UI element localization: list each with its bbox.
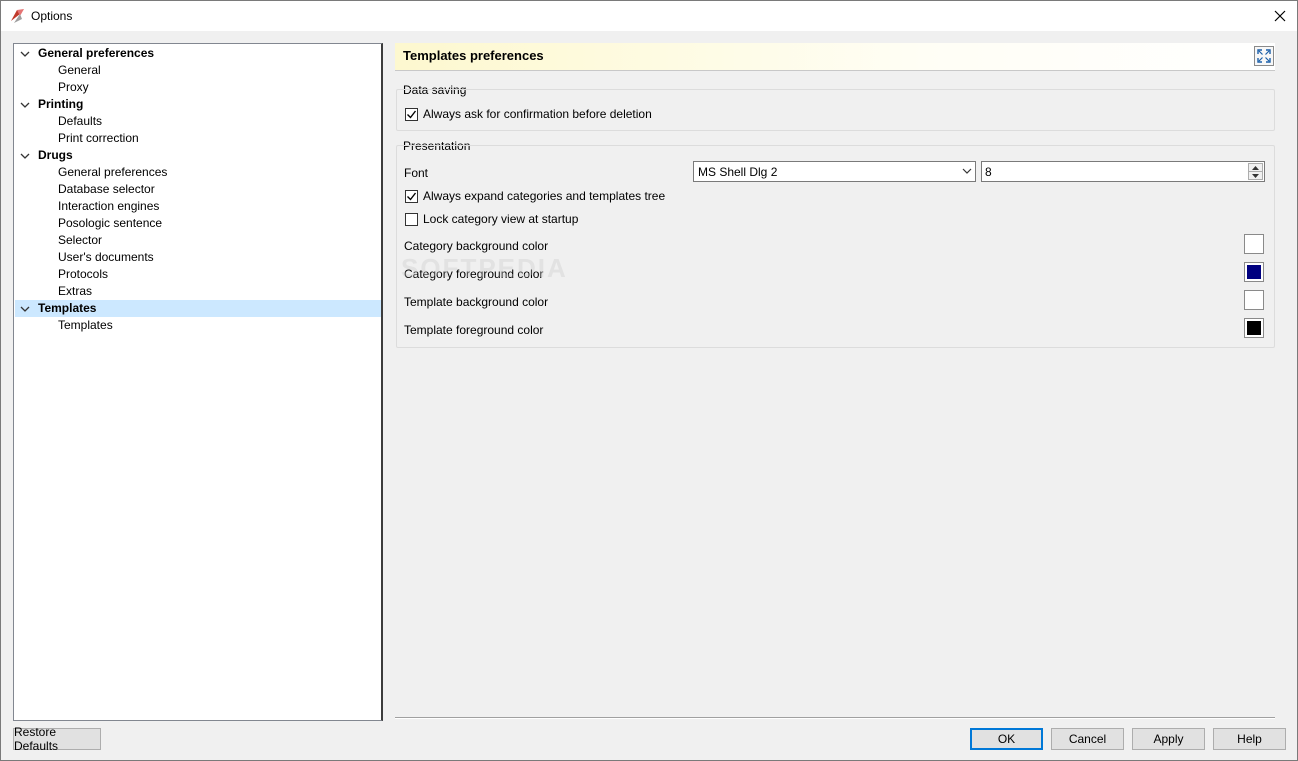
template-fg-color-label: Template foreground color xyxy=(404,323,544,337)
tree-item-label: Print correction xyxy=(58,131,139,145)
color-fill xyxy=(1247,321,1261,335)
tree-page-item[interactable]: General xyxy=(15,62,381,79)
font-select-value: MS Shell Dlg 2 xyxy=(698,165,778,179)
tree-page-item[interactable]: Templates xyxy=(15,317,381,334)
expand-button[interactable] xyxy=(1254,46,1274,66)
font-select[interactable]: MS Shell Dlg 2 xyxy=(693,161,976,182)
category-bg-color-button[interactable] xyxy=(1244,234,1264,254)
tree-page-item[interactable]: Selector xyxy=(15,232,381,249)
tree-page-item[interactable]: Protocols xyxy=(15,266,381,283)
font-size-spinbox[interactable]: 8 xyxy=(981,161,1265,182)
tree-item-label: Templates xyxy=(38,301,97,315)
spin-down-button[interactable] xyxy=(1249,172,1262,180)
close-icon xyxy=(1274,10,1286,22)
bottom-separator xyxy=(395,717,1275,719)
tree-item-label: Interaction engines xyxy=(58,199,160,213)
color-fill xyxy=(1247,293,1261,307)
help-button[interactable]: Help xyxy=(1213,728,1286,750)
tree-item-label: Templates xyxy=(58,318,113,332)
tree-page-item[interactable]: User's documents xyxy=(15,249,381,266)
ok-button[interactable]: OK xyxy=(970,728,1043,750)
spin-up-button[interactable] xyxy=(1249,164,1262,172)
tree-item-label: Extras xyxy=(58,284,93,298)
preferences-tree[interactable]: General preferences General Proxy Printing D… xyxy=(13,43,383,721)
template-bg-color-label: Template background color xyxy=(404,295,549,309)
tree-page-item[interactable]: Interaction engines xyxy=(15,198,381,215)
app-logo-icon xyxy=(11,9,24,23)
panel-header: Templates preferences xyxy=(395,43,1275,71)
check-icon xyxy=(407,192,417,201)
color-fill xyxy=(1247,265,1261,279)
template-fg-color-button[interactable] xyxy=(1244,318,1264,338)
confirm-delete-checkbox[interactable]: Always ask for confirmation before delet… xyxy=(405,106,652,122)
close-button[interactable] xyxy=(1263,1,1297,31)
fullscreen-icon xyxy=(1257,49,1271,63)
arrow-up-icon xyxy=(1252,165,1259,170)
tree-item-label: Protocols xyxy=(58,267,109,281)
confirm-delete-label: Always ask for confirmation before delet… xyxy=(423,107,652,121)
tree-item-label: Proxy xyxy=(58,80,89,94)
tree-page-item[interactable]: Proxy xyxy=(15,79,381,96)
checkbox-box[interactable] xyxy=(405,212,418,226)
check-icon xyxy=(407,110,417,119)
restore-defaults-button[interactable]: Restore Defaults xyxy=(13,725,101,753)
category-fg-color-label: Category foreground color xyxy=(404,267,544,281)
tree-item-label: General preferences xyxy=(38,46,155,60)
tree-item-label: Defaults xyxy=(58,114,103,128)
chevron-down-icon xyxy=(962,168,972,174)
tree-item-label: Posologic sentence xyxy=(58,216,163,230)
lock-view-label: Lock category view at startup xyxy=(423,212,579,226)
tree-page-item[interactable]: Database selector xyxy=(15,181,381,198)
tree-page-item[interactable]: Posologic sentence xyxy=(15,215,381,232)
tree-item-label: Printing xyxy=(38,97,84,111)
checkbox-box[interactable] xyxy=(405,189,418,203)
tree-page-item[interactable]: Defaults xyxy=(15,113,381,130)
window-title: Options xyxy=(31,9,73,23)
tree-page-item[interactable]: Print correction xyxy=(15,130,381,147)
title-bar: Options xyxy=(1,1,1297,31)
spin-buttons xyxy=(1248,163,1263,180)
options-window: Options General preferences General Proxy P… xyxy=(0,0,1298,761)
cancel-button[interactable]: Cancel xyxy=(1051,728,1124,750)
category-fg-color-button[interactable] xyxy=(1244,262,1264,282)
tree-page-item[interactable]: General preferences xyxy=(15,164,381,181)
tree-category-item[interactable]: Drugs xyxy=(15,147,381,164)
tree-item-label: User's documents xyxy=(58,250,154,264)
apply-button[interactable]: Apply xyxy=(1132,728,1205,750)
tree-page-item[interactable]: Extras xyxy=(15,283,381,300)
expand-tree-label: Always expand categories and templates t… xyxy=(423,189,666,203)
tree-category-item[interactable]: Templates xyxy=(15,300,381,317)
lock-view-checkbox[interactable]: Lock category view at startup xyxy=(405,211,578,227)
tree-item-label: Database selector xyxy=(58,182,155,196)
font-size-value: 8 xyxy=(985,165,992,179)
color-fill xyxy=(1247,237,1261,251)
arrow-down-icon xyxy=(1252,174,1259,178)
tree-category-item[interactable]: General preferences xyxy=(15,45,381,62)
tree-item-label: Drugs xyxy=(38,148,73,162)
template-bg-color-button[interactable] xyxy=(1244,290,1264,310)
tree-item-label: General preferences xyxy=(58,165,168,179)
panel-title: Templates preferences xyxy=(403,48,544,63)
checkbox-box[interactable] xyxy=(405,107,418,121)
font-label: Font xyxy=(404,166,429,180)
tree-item-label: Selector xyxy=(58,233,103,247)
tree-category-item[interactable]: Printing xyxy=(15,96,381,113)
tree-item-label: General xyxy=(58,63,101,77)
expand-tree-checkbox[interactable]: Always expand categories and templates t… xyxy=(405,188,665,204)
category-bg-color-label: Category background color xyxy=(404,239,549,253)
